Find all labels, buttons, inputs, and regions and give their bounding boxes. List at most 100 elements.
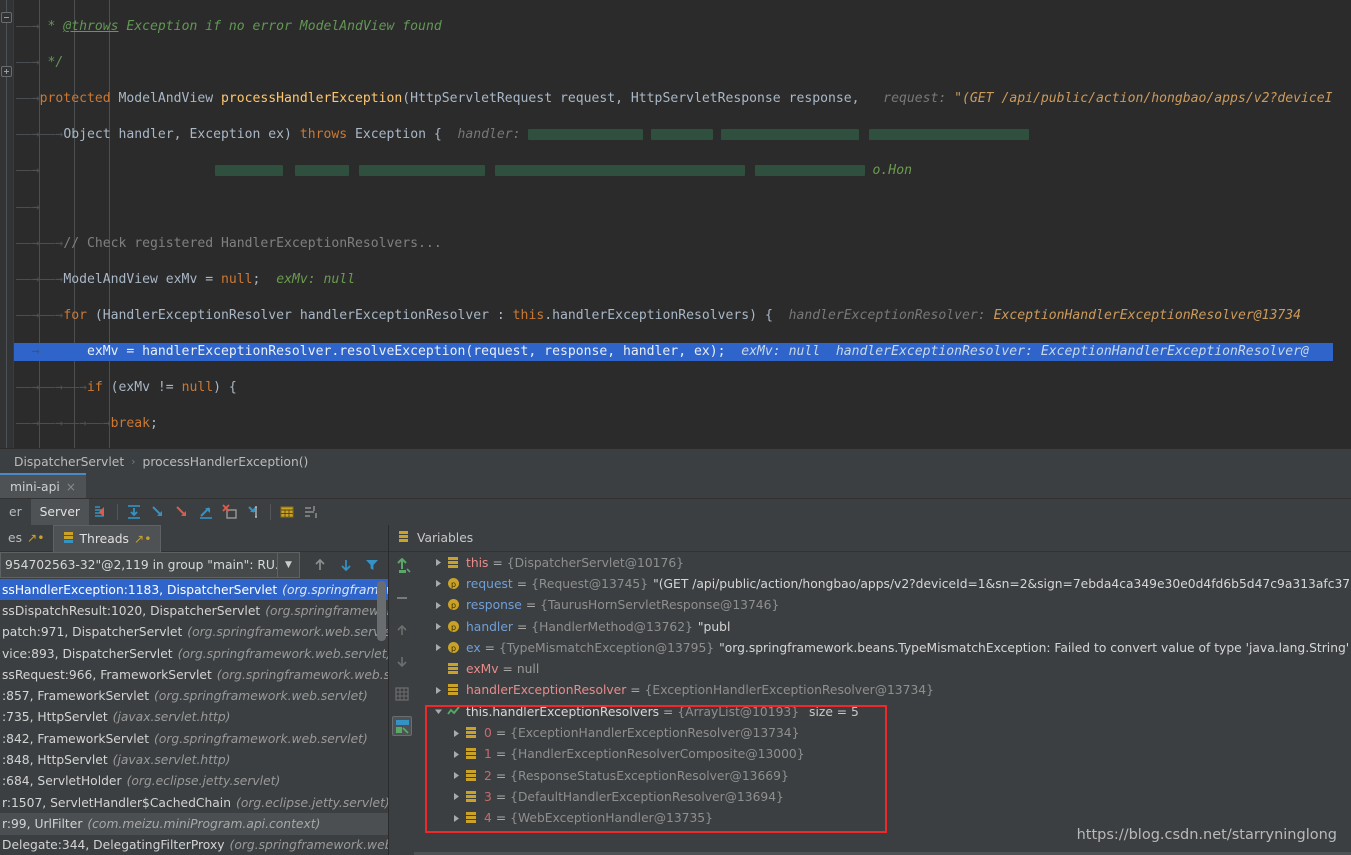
frame-row[interactable]: :735, HttpServlet (javax.servlet.http) (0, 707, 388, 728)
code-line[interactable]: ——→ * @throws Exception if no error Mode… (14, 18, 1333, 36)
code-line[interactable]: ——→ o.Hon (14, 162, 1333, 180)
code-line[interactable]: ——→——→ModelAndView exMv = null; exMv: nu… (14, 271, 1333, 289)
variable-row[interactable]: p response = {TaurusHornServletResponse@… (415, 595, 1351, 616)
arrow-up-icon[interactable] (309, 554, 331, 576)
fold-marker-javadoc[interactable] (1, 12, 12, 23)
code-line[interactable]: ——→——→for (HandlerExceptionResolver hand… (14, 307, 1333, 325)
thread-selector[interactable]: 954702563-32"@2,119 in group "main": RU.… (0, 552, 300, 578)
breadcrumb-class[interactable]: DispatcherServlet (14, 455, 124, 469)
variable-row[interactable]: handlerExceptionResolver = {ExceptionHan… (415, 680, 1351, 701)
code-line[interactable]: ——→——→——→——→break; (14, 415, 1333, 433)
force-step-into-icon[interactable] (171, 501, 193, 523)
frames-list[interactable]: ssHandlerException:1183, DispatcherServl… (0, 579, 388, 855)
minus-icon[interactable] (392, 588, 412, 608)
code-line[interactable]: ——→——→Object handler, Exception ex) thro… (14, 126, 1333, 144)
frames-scrollbar[interactable] (377, 581, 386, 641)
variable-row[interactable]: p ex = {TypeMismatchException@13795} "or… (415, 637, 1351, 658)
arrow-down-icon[interactable] (392, 652, 412, 672)
table-view-icon[interactable] (392, 684, 412, 704)
code-line[interactable]: ——→protected ModelAndView processHandler… (14, 90, 1333, 108)
chevron-right-icon[interactable] (431, 683, 445, 697)
code-text[interactable]: ——→ * @throws Exception if no error Mode… (14, 0, 1333, 448)
tab-frames[interactable]: es ↗• (0, 525, 53, 552)
chevron-down-icon[interactable]: ▼ (277, 553, 299, 577)
evaluate-expression-icon[interactable] (276, 501, 298, 523)
tab-debugger[interactable]: er (0, 499, 31, 525)
frame-row[interactable]: ssHandlerException:1183, DispatcherServl… (0, 579, 388, 601)
tab-server[interactable]: Server (30, 499, 89, 525)
run-tab-strip: mini-api × (0, 473, 1351, 499)
chevron-down-icon[interactable] (431, 705, 445, 719)
frame-row[interactable]: r:99, UrlFilter (com.meizu.miniProgram.ap… (0, 813, 388, 835)
layout-settings-icon[interactable] (300, 501, 322, 523)
step-into-icon[interactable] (147, 501, 169, 523)
pane-splitter[interactable] (388, 525, 389, 855)
variable-row[interactable]: 1 = {HandlerExceptionResolverComposite@1… (415, 744, 1351, 765)
chevron-right-icon[interactable] (431, 598, 445, 612)
variable-name: handler (466, 619, 513, 634)
chevron-right-icon[interactable] (449, 811, 463, 825)
variable-name: response (466, 598, 522, 613)
variable-equals: = (516, 576, 528, 591)
frame-row[interactable]: ssRequest:966, FrameworkServlet (org.spri… (0, 664, 388, 685)
frame-row[interactable]: Delegate:344, DelegatingFilterProxy (org.… (0, 835, 388, 855)
arrow-down-icon[interactable] (335, 554, 357, 576)
chevron-right-icon[interactable] (431, 556, 445, 570)
chevron-right-icon[interactable] (449, 726, 463, 740)
variable-row-watch[interactable]: this.handlerExceptionResolvers = {ArrayL… (415, 701, 1351, 722)
close-icon[interactable]: × (66, 480, 76, 494)
variable-row[interactable]: p handler = {HandlerMethod@13762} "publ (415, 616, 1351, 637)
frame-row[interactable]: :848, HttpServlet (javax.servlet.http) (0, 749, 388, 770)
frame-row[interactable]: vice:893, DispatcherServlet (org.springfr… (0, 643, 388, 664)
frame-row[interactable]: patch:971, DispatcherServlet (org.springf… (0, 622, 388, 643)
code-line[interactable]: ——→——→——→if (exMv != null) { (14, 379, 1333, 397)
variable-value: {HandlerExceptionResolverComposite@13000… (510, 747, 805, 762)
code-line[interactable]: ——→ */ (14, 54, 1333, 72)
frame-row[interactable]: :842, FrameworkServlet (org.springframewo… (0, 728, 388, 749)
chevron-right-icon[interactable] (431, 641, 445, 655)
variable-value: {TypeMismatchException@13795} (498, 640, 715, 655)
code-line-current[interactable]: → exMv = handlerExceptionResolver.resolv… (14, 342, 1333, 361)
variable-row[interactable]: this = {DispatcherServlet@10176} (415, 552, 1351, 573)
frame-row[interactable]: r:1507, ServletHandler$CachedChain (org.e… (0, 792, 388, 813)
show-execution-point-icon[interactable] (90, 501, 112, 523)
frame-row[interactable]: :857, FrameworkServlet (org.springframewo… (0, 685, 388, 706)
chevron-right-icon[interactable] (431, 620, 445, 634)
editor-gutter[interactable] (0, 0, 14, 448)
chevron-right-icon[interactable] (449, 790, 463, 804)
tab-threads[interactable]: Threads ↗• (52, 524, 161, 552)
chevron-right-icon[interactable] (449, 747, 463, 761)
step-over-icon[interactable] (123, 501, 145, 523)
code-editor[interactable]: ——→ * @throws Exception if no error Mode… (0, 0, 1351, 448)
drop-frame-icon[interactable] (219, 501, 241, 523)
frame-row[interactable]: ssDispatchResult:1020, DispatcherServlet… (0, 600, 388, 621)
mark-object-icon[interactable] (392, 556, 412, 576)
variable-row[interactable]: 2 = {ResponseStatusExceptionResolver@136… (415, 765, 1351, 786)
variable-row[interactable]: 4 = {WebExceptionHandler@13735} (415, 808, 1351, 829)
arrow-up-icon[interactable] (392, 620, 412, 640)
variable-name: handlerExceptionResolver (466, 683, 627, 698)
code-line[interactable]: ——→ (14, 199, 1333, 217)
variable-equals: = (495, 747, 507, 762)
variable-row[interactable]: 0 = {ExceptionHandlerExceptionResolver@1… (415, 722, 1351, 743)
variable-equals: = (663, 704, 674, 719)
code-line[interactable]: ——→——→// Check registered HandlerExcepti… (14, 235, 1333, 253)
run-to-cursor-icon[interactable] (243, 501, 265, 523)
watch-view-icon[interactable] (392, 716, 412, 736)
run-tab-mini-api[interactable]: mini-api × (0, 473, 86, 498)
variable-value: {HandlerMethod@13762} (531, 619, 693, 634)
breadcrumb-method[interactable]: processHandlerException() (143, 455, 309, 469)
chevron-right-icon[interactable] (431, 577, 445, 591)
object-icon (465, 747, 479, 761)
filter-icon[interactable] (361, 554, 383, 576)
variable-row[interactable]: exMv = null (415, 658, 1351, 679)
variable-row[interactable]: 3 = {DefaultHandlerExceptionResolver@136… (415, 786, 1351, 807)
variables-list[interactable]: this = {DispatcherServlet@10176} p reque… (415, 552, 1351, 855)
frame-package: (org.springframework.web.servlet) (177, 646, 388, 661)
fold-marker-method[interactable] (1, 66, 12, 77)
chevron-right-icon[interactable] (449, 769, 463, 783)
step-out-icon[interactable] (195, 501, 217, 523)
variable-row[interactable]: p request = {Request@13745} "(GET /api/p… (415, 573, 1351, 594)
frame-package: (org.springframework.we (265, 603, 388, 618)
frame-row[interactable]: :684, ServletHolder (org.eclipse.jetty.se… (0, 771, 388, 792)
